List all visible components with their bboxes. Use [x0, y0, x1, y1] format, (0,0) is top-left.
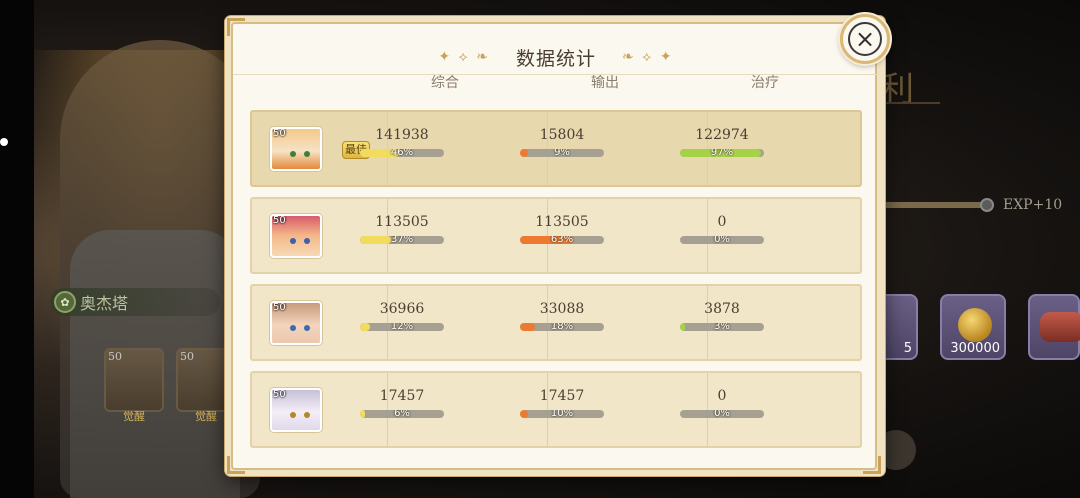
reward-item-meat[interactable]: [1028, 294, 1080, 360]
stat-bar-total: 6%: [360, 410, 444, 418]
stat-value-total: 17457: [379, 388, 425, 404]
hero-eye: [304, 412, 310, 418]
frame-corner: [227, 18, 245, 36]
stat-bar-total: 37%: [360, 236, 444, 244]
stat-value-damage: 17457: [539, 388, 585, 404]
hero-eye: [304, 151, 310, 157]
column-header-damage: 输出: [591, 75, 619, 91]
stats-row: 50 36966 12% 33088 18% 3878 3%: [250, 284, 862, 361]
stat-percent: 0%: [714, 410, 730, 418]
stat-cell-damage: 15804 9%: [517, 126, 607, 157]
stat-value-damage: 33088: [539, 301, 585, 317]
stat-percent: 37%: [390, 236, 414, 244]
reward-count: 300000: [950, 341, 1000, 356]
stat-cell-damage: 17457 10%: [517, 387, 607, 418]
hero-level: 50: [273, 128, 286, 139]
stat-bar-damage: 10%: [520, 410, 604, 418]
stat-percent: 46%: [390, 149, 414, 157]
frame-corner: [863, 456, 881, 474]
left-edge-shade: [0, 0, 34, 498]
meat-icon: [1040, 312, 1080, 342]
stat-percent: 9%: [554, 149, 570, 157]
hero-eye: [290, 412, 296, 418]
stat-bar-heal: 3%: [680, 323, 764, 331]
unit-level: 50: [180, 350, 194, 363]
stat-bar-damage: 18%: [520, 323, 604, 331]
stat-percent: 10%: [550, 410, 574, 418]
stat-value-total: 141938: [375, 127, 429, 143]
stat-cell-total: 113505 37%: [357, 213, 447, 244]
hero-eye: [290, 325, 296, 331]
stat-percent: 97%: [710, 149, 734, 157]
title-ornament-right-icon: ❧ ⟡ ✦: [622, 49, 674, 65]
dialog-header: ✦ ⟡ ❧ 数据统计 ❧ ⟡ ✦: [233, 42, 879, 72]
hero-eye: [304, 238, 310, 244]
stats-row: 50 17457 6% 17457 10% 0 0%: [250, 371, 862, 448]
side-indicator-dot: [0, 138, 8, 146]
hero-level: 50: [273, 389, 286, 400]
exp-progress-track: [880, 202, 986, 208]
stat-bar-total: 12%: [360, 323, 444, 331]
hero-level: 50: [273, 302, 286, 313]
stat-bar-heal: 0%: [680, 410, 764, 418]
column-header-heal: 治疗: [751, 75, 779, 91]
stat-value-damage: 15804: [539, 127, 585, 143]
unit-awaken-label: 觉醒: [123, 410, 145, 423]
stat-cell-heal: 0 0%: [677, 213, 767, 244]
stat-cell-total: 141938 46%: [357, 126, 447, 157]
stat-percent: 6%: [394, 410, 410, 418]
stat-percent: 3%: [714, 323, 730, 331]
stat-cell-damage: 33088 18%: [517, 300, 607, 331]
exp-progress-knob: [980, 198, 994, 212]
hero-avatar[interactable]: 50: [270, 388, 322, 432]
stat-value-damage: 113505: [535, 214, 589, 230]
stats-row: 50 最佳 141938 46% 15804 9% 122974 97%: [250, 110, 862, 187]
stat-value-total: 36966: [379, 301, 425, 317]
hero-eye: [304, 325, 310, 331]
stat-cell-damage: 113505 63%: [517, 213, 607, 244]
unit-level: 50: [108, 350, 122, 363]
stats-row: 50 113505 37% 113505 63% 0 0%: [250, 197, 862, 274]
column-header-total: 综合: [431, 75, 459, 91]
frame-corner: [227, 456, 245, 474]
stat-cell-total: 17457 6%: [357, 387, 447, 418]
hero-avatar[interactable]: 50: [270, 127, 322, 171]
stat-percent: 0%: [714, 236, 730, 244]
stat-cell-total: 36966 12%: [357, 300, 447, 331]
team-unit-1[interactable]: 50: [104, 348, 164, 412]
hero-eye: [290, 238, 296, 244]
stat-percent: 12%: [390, 323, 414, 331]
hero-eye: [290, 151, 296, 157]
stat-bar-heal: 97%: [680, 149, 764, 157]
reward-count: 5: [903, 341, 912, 356]
close-button[interactable]: ×: [840, 14, 890, 64]
stat-value-heal: 3878: [704, 301, 740, 317]
stat-cell-heal: 3878 3%: [677, 300, 767, 331]
stat-value-heal: 0: [717, 388, 727, 404]
hero-avatar[interactable]: 50: [270, 214, 322, 258]
stat-value-total: 113505: [375, 214, 429, 230]
stat-bar-damage: 63%: [520, 236, 604, 244]
dialog-title: 数据统计: [515, 47, 596, 70]
character-name: 奥杰塔: [80, 294, 129, 313]
stat-value-heal: 122974: [695, 127, 749, 143]
stat-bar-heal: 0%: [680, 236, 764, 244]
hero-level: 50: [273, 215, 286, 226]
gold-coin-icon: [958, 308, 992, 342]
title-underline: [880, 102, 940, 104]
stat-cell-heal: 0 0%: [677, 387, 767, 418]
exp-gain-label: EXP+10: [1003, 197, 1063, 213]
element-icon: ✿: [54, 291, 76, 313]
stat-bar-damage: 9%: [520, 149, 604, 157]
stat-cell-heal: 122974 97%: [677, 126, 767, 157]
stat-percent: 18%: [550, 323, 574, 331]
stat-bar-total: 46%: [360, 149, 444, 157]
stat-percent: 63%: [550, 236, 574, 244]
title-ornament-left-icon: ✦ ⟡ ❧: [438, 49, 490, 65]
reward-item-gold[interactable]: 300000: [940, 294, 1006, 360]
hero-avatar[interactable]: 50: [270, 301, 322, 345]
character-name-tag: ✿ 奥杰塔: [50, 288, 220, 316]
stat-value-heal: 0: [717, 214, 727, 230]
close-icon: ×: [848, 22, 882, 56]
